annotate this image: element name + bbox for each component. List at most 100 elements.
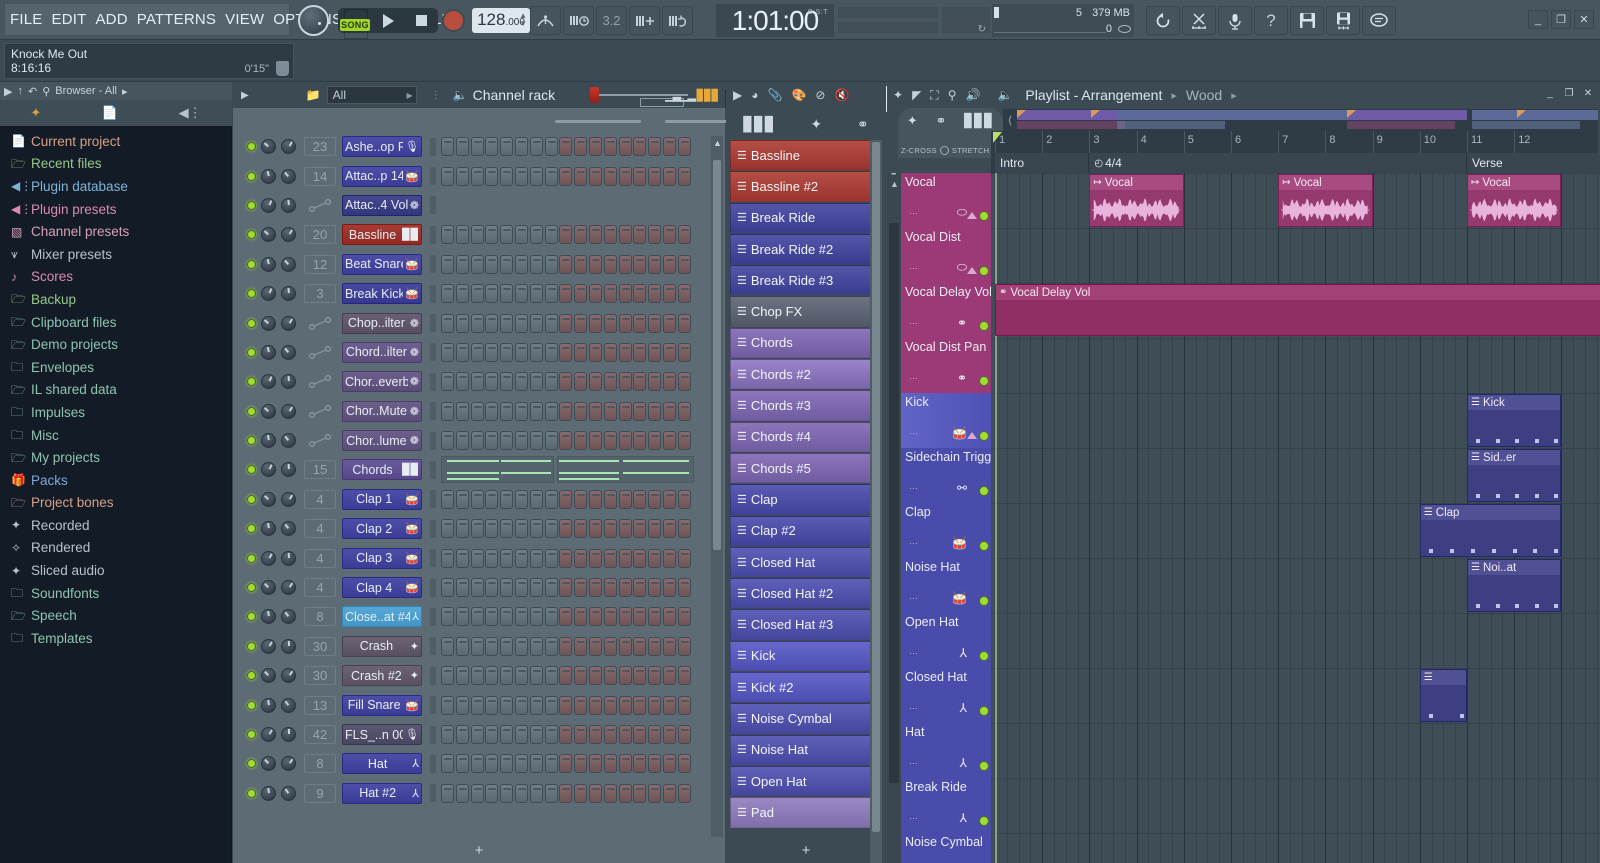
step-button[interactable] — [456, 137, 469, 156]
step-button[interactable] — [441, 696, 454, 715]
step-button[interactable] — [633, 167, 646, 186]
folder-icon[interactable]: 📁 — [306, 88, 321, 102]
browser-item-il-shared-data[interactable]: 🗁IL shared data — [0, 379, 232, 402]
step-button[interactable] — [471, 255, 484, 274]
channel-enable-led[interactable] — [247, 436, 256, 445]
step-button[interactable] — [678, 225, 691, 244]
track-grip-icon[interactable]: ⋯ — [909, 813, 919, 824]
step-button[interactable] — [471, 314, 484, 333]
step-button[interactable] — [648, 666, 661, 685]
step-button[interactable] — [574, 578, 587, 597]
step-sequencer-row[interactable] — [441, 607, 691, 626]
track-expand-icon[interactable] — [967, 205, 977, 219]
step-button[interactable] — [471, 225, 484, 244]
channel-volume-knob[interactable] — [281, 756, 296, 771]
channel-mixer-number[interactable]: 4 — [304, 519, 336, 538]
step-button[interactable] — [485, 284, 498, 303]
waveform-icon[interactable]: ✦ — [30, 105, 41, 121]
step-sequencer-row[interactable] — [441, 637, 691, 656]
track-enable-led[interactable] — [979, 816, 989, 826]
step-button[interactable] — [456, 167, 469, 186]
browser-item-project-bones[interactable]: 🗁Project bones — [0, 492, 232, 515]
step-button[interactable] — [456, 696, 469, 715]
step-button[interactable] — [471, 578, 484, 597]
step-button[interactable] — [574, 431, 587, 450]
step-button[interactable] — [515, 637, 528, 656]
zoom-icon[interactable]: ⚲ — [948, 88, 957, 102]
channel-row[interactable]: 42FLS_..n 001🎙 — [233, 720, 711, 749]
step-button[interactable] — [545, 666, 558, 685]
channel-mixer-number[interactable]: 4 — [304, 490, 336, 509]
pattern-list-item[interactable]: ☰Open Hat — [730, 766, 872, 796]
browser-item-plugin-presets[interactable]: ◀⋮Plugin presets — [0, 198, 232, 221]
arrangement-name[interactable]: Wood — [1186, 87, 1222, 103]
step-button[interactable] — [500, 314, 513, 333]
step-sequencer-row[interactable] — [441, 754, 691, 773]
step-button[interactable] — [663, 284, 676, 303]
step-button[interactable] — [604, 784, 617, 803]
step-button[interactable] — [485, 637, 498, 656]
step-sequencer-row[interactable] — [441, 343, 691, 362]
channel-enable-led[interactable] — [247, 759, 256, 768]
step-button[interactable] — [530, 784, 543, 803]
step-button[interactable] — [515, 696, 528, 715]
cut-button[interactable] — [1182, 6, 1216, 35]
browser-item-mixer-presets[interactable]: ⩛Mixer presets — [0, 243, 232, 266]
channel-pan-knob[interactable] — [261, 198, 276, 213]
channel-volume-knob[interactable] — [281, 786, 296, 801]
step-button[interactable] — [678, 284, 691, 303]
step-button[interactable] — [441, 519, 454, 538]
pitch-button[interactable] — [530, 6, 561, 35]
step-button[interactable] — [633, 431, 646, 450]
step-button[interactable] — [633, 490, 646, 509]
step-button[interactable] — [559, 637, 572, 656]
step-button[interactable] — [633, 696, 646, 715]
step-button[interactable] — [456, 666, 469, 685]
track-grip-icon[interactable]: ⋯ — [909, 208, 919, 219]
loop-recording-button[interactable] — [662, 6, 693, 35]
step-button[interactable] — [500, 519, 513, 538]
channel-row[interactable]: 4Clap 2🥁 — [233, 514, 711, 543]
step-button[interactable] — [456, 637, 469, 656]
playlist-grid[interactable]: ↦Vocal↦Vocal↦Vocal⚭Vocal Delay Vol☰Kick☰… — [991, 173, 1600, 863]
step-button[interactable] — [515, 754, 528, 773]
step-button[interactable] — [471, 490, 484, 509]
step-button[interactable] — [471, 637, 484, 656]
channel-row[interactable]: 4Clap 4🥁 — [233, 573, 711, 602]
step-button[interactable] — [619, 666, 632, 685]
channel-mixer-number[interactable]: 3 — [304, 284, 336, 303]
playlist-track-header[interactable]: Vocal Dist⋯⬭ — [901, 228, 991, 283]
step-button[interactable] — [648, 519, 661, 538]
channel-pianoroll-preview[interactable] — [441, 455, 711, 484]
track-grip-icon[interactable]: ⋯ — [909, 483, 919, 494]
step-sequencer-row[interactable] — [441, 549, 691, 568]
step-button[interactable] — [678, 402, 691, 421]
channel-volume-knob[interactable] — [281, 521, 296, 536]
pattern-list-item[interactable]: ☰Chop FX — [730, 296, 872, 326]
browser-item-my-projects[interactable]: 🗁My projects — [0, 446, 232, 469]
step-button[interactable] — [545, 372, 558, 391]
step-button[interactable] — [619, 607, 632, 626]
channel-enable-led[interactable] — [247, 524, 256, 533]
step-button[interactable] — [559, 490, 572, 509]
step-button[interactable] — [485, 137, 498, 156]
pattern-list-item[interactable]: ☰Noise Hat — [730, 735, 872, 765]
channel-volume-knob[interactable] — [281, 227, 296, 242]
help-button[interactable]: ? — [1254, 6, 1288, 35]
piano-roll-icon[interactable]: ▊▊▊ — [964, 113, 994, 129]
step-button[interactable] — [500, 696, 513, 715]
step-button[interactable] — [619, 519, 632, 538]
channel-volume-knob[interactable] — [281, 257, 296, 272]
step-button[interactable] — [515, 284, 528, 303]
track-enable-led[interactable] — [979, 211, 989, 221]
playlist-clip[interactable]: ↦Vocal — [1467, 174, 1561, 227]
channel-mixer-number[interactable]: 15 — [304, 460, 336, 479]
pattern-list-item[interactable]: ☰Closed Hat — [730, 547, 872, 577]
channel-enable-led[interactable] — [247, 495, 256, 504]
step-button[interactable] — [574, 490, 587, 509]
step-button[interactable] — [485, 754, 498, 773]
channel-row[interactable]: Chord..ilter❁ — [233, 338, 711, 367]
channel-name-button[interactable]: Chords▉▉ — [342, 459, 422, 480]
channel-mixer-number[interactable]: 4 — [304, 578, 336, 597]
channel-row[interactable]: 12Beat Snare🥁 — [233, 250, 711, 279]
